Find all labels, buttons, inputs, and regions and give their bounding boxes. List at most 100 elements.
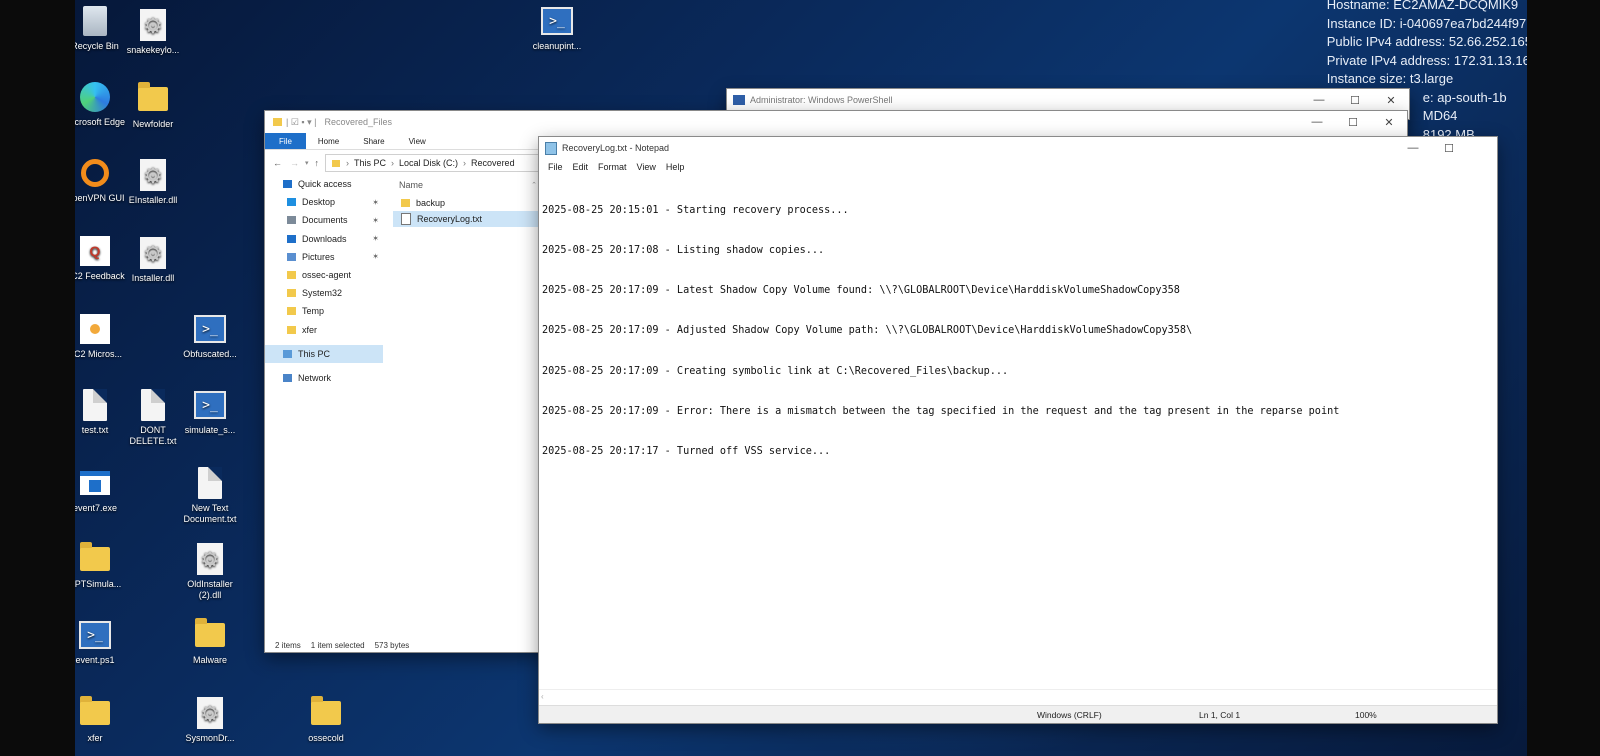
desktop-icon-xfer[interactable]: xfer: [75, 696, 130, 744]
horizontal-scrollbar[interactable]: ‹: [539, 689, 1497, 706]
notepad-text-area[interactable]: 2025-08-25 20:15:01 - Starting recovery …: [542, 177, 1497, 485]
ps-icon: >_: [79, 618, 111, 652]
explorer-status-bar: 2 items 1 item selected 573 bytes: [275, 641, 409, 650]
sysinfo-line: Public IPv4 address: 52.66.252.165: [1326, 34, 1527, 49]
ribbon-tab-share[interactable]: Share: [351, 133, 396, 149]
maximize-button[interactable]: ☐: [1335, 111, 1371, 133]
ribbon-tab-home[interactable]: Home: [306, 133, 351, 149]
nav-item-system32[interactable]: System32: [265, 284, 383, 302]
desktop-icon-event7[interactable]: event7.exe: [75, 466, 130, 514]
desktop-icon-sysmondr[interactable]: ⚙ SysmonDr...: [175, 696, 245, 744]
minimize-button[interactable]: —: [1395, 137, 1431, 159]
maximize-button[interactable]: ☐: [1431, 137, 1467, 159]
quick-access-toolbar[interactable]: | ☑ ▪ ▾ |: [286, 117, 316, 128]
desktop-icon-ossecold[interactable]: ossecold: [291, 696, 361, 744]
desktop-icon-label: EC2 Micros...: [75, 349, 122, 359]
nav-item-this-pc[interactable]: This PC: [265, 344, 383, 363]
menu-view[interactable]: View: [632, 162, 661, 172]
desktop-icon-label: Malware: [192, 655, 227, 665]
close-button[interactable]: [1467, 137, 1503, 159]
breadcrumb-recovered[interactable]: Recovered: [471, 158, 515, 168]
recent-chevron-icon[interactable]: ▾: [305, 159, 309, 167]
powershell-title: Administrator: Windows PowerShell: [750, 95, 893, 105]
nav-item-documents[interactable]: Documents ✶: [265, 211, 383, 229]
notepad-window[interactable]: RecoveryLog.txt - Notepad — ☐ File Edit …: [539, 137, 1497, 723]
desktop-icon-snakekey[interactable]: ⚙ snakekeylo...: [118, 8, 188, 56]
desktop-icon-einstaller[interactable]: ⚙ EInstaller.dll: [118, 158, 188, 206]
desktop-icon-eventps1[interactable]: >_ event.ps1: [75, 618, 130, 666]
folder-icon: [332, 159, 341, 167]
nav-item-temp[interactable]: Temp: [265, 302, 383, 320]
log-line: 2025-08-25 20:17:09 - Error: There is a …: [542, 405, 1340, 417]
desktop-icon-obfuscated[interactable]: >_ Obfuscated...: [175, 312, 245, 360]
breadcrumb-this-pc[interactable]: This PC: [354, 158, 386, 168]
folder-icon: [79, 542, 111, 576]
star-icon: [283, 180, 292, 189]
close-button[interactable]: ✕: [1373, 89, 1409, 111]
nav-item-network[interactable]: Network: [265, 369, 383, 387]
gear-icon: ⚙: [194, 542, 226, 576]
desktop-icon-label: OldInstaller (2).dll: [187, 579, 233, 600]
breadcrumb-local-disk[interactable]: Local Disk (C:): [399, 158, 458, 168]
nav-item-quick-access[interactable]: Quick access: [265, 175, 383, 193]
folder-icon: [79, 696, 111, 730]
nav-item-downloads[interactable]: Downloads ✶: [265, 230, 383, 248]
desktop-icon-aptsimula[interactable]: APTSimula...: [75, 542, 130, 590]
menu-format[interactable]: Format: [593, 162, 632, 172]
powershell-icon: [733, 95, 745, 105]
desktop-icon-oldinstaller[interactable]: ⚙ OldInstaller (2).dll: [175, 542, 245, 601]
desktop-icon: [287, 198, 296, 207]
gear-icon: ⚙: [137, 8, 169, 42]
desktop-icon-simulate[interactable]: >_ simulate_s...: [175, 388, 245, 436]
menu-bar: File Edit Format View Help: [539, 159, 1497, 175]
folder-icon: [194, 618, 226, 652]
nav-item-label: Downloads: [302, 233, 347, 244]
pin-icon[interactable]: ✶: [372, 198, 379, 207]
nav-item-xfer[interactable]: xfer: [265, 321, 383, 339]
desktop-icon-malware[interactable]: Malware: [175, 618, 245, 666]
menu-help[interactable]: Help: [661, 162, 690, 172]
pin-icon[interactable]: ✶: [372, 252, 379, 261]
folder-icon: [273, 118, 282, 126]
menu-edit[interactable]: Edit: [568, 162, 594, 172]
maximize-button[interactable]: ☐: [1337, 89, 1373, 111]
desktop-icon-newtextdoc[interactable]: New Text Document.txt: [175, 466, 245, 525]
log-line: 2025-08-25 20:17:09 - Adjusted Shadow Co…: [542, 325, 1193, 337]
desktop-icon-installer[interactable]: ⚙ Installer.dll: [118, 236, 188, 284]
up-arrow-icon[interactable]: ↑: [315, 158, 320, 168]
ribbon-tab-view[interactable]: View: [397, 133, 438, 149]
back-arrow-icon[interactable]: ←: [273, 158, 282, 168]
pin-icon[interactable]: ✶: [372, 234, 379, 243]
nav-item-pictures[interactable]: Pictures ✶: [265, 248, 383, 266]
minimize-button[interactable]: —: [1299, 111, 1335, 133]
status-size: 573 bytes: [374, 641, 410, 650]
column-header-name[interactable]: Name ⌃: [393, 175, 543, 195]
file-row[interactable]: backup: [393, 195, 543, 211]
nav-item-label: This PC: [298, 348, 331, 359]
nav-item-label: xfer: [302, 324, 318, 335]
file-row[interactable]: RecoveryLog.txt: [393, 211, 543, 227]
nav-item-label: System32: [302, 288, 343, 299]
nav-item-ossec-agent[interactable]: ossec-agent: [265, 266, 383, 284]
file-name: backup: [416, 198, 446, 208]
scroll-left-icon[interactable]: ‹: [541, 692, 544, 701]
gear-icon: ⚙: [137, 236, 169, 270]
ribbon-tab-file[interactable]: File: [265, 133, 306, 149]
desktop-icon-ec2micros[interactable]: EC2 Micros...: [75, 312, 130, 360]
gear-icon: ⚙: [194, 696, 226, 730]
doc-icon: [194, 466, 226, 500]
desktop-icon-label: Installer.dll: [131, 273, 175, 283]
desktop-icon-newfolder[interactable]: Newfolder: [118, 82, 188, 130]
close-button[interactable]: ✕: [1371, 111, 1407, 133]
nav-item-desktop[interactable]: Desktop ✶: [265, 193, 383, 211]
pc-icon: [283, 349, 292, 358]
forward-arrow-icon[interactable]: →: [290, 158, 299, 168]
sysinfo-line: Instance ID: i-040697ea7bd244f97: [1326, 15, 1527, 31]
desktop-icon-cleanup[interactable]: >_ cleanupint...: [522, 4, 592, 52]
pin-icon[interactable]: ✶: [372, 216, 379, 225]
minimize-button[interactable]: —: [1301, 89, 1337, 111]
doc-icon: [137, 388, 169, 422]
menu-file[interactable]: File: [543, 162, 568, 172]
status-encoding: Windows (CRLF): [1037, 710, 1102, 720]
file-name: RecoveryLog.txt: [417, 214, 483, 224]
